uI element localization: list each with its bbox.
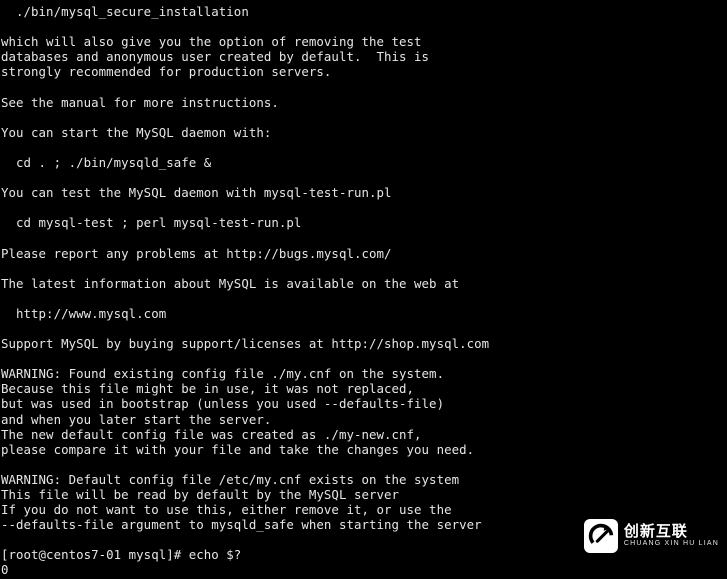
- terminal-output[interactable]: ./bin/mysql_secure_installation which wi…: [0, 0, 727, 579]
- terminal-line: Support MySQL by buying support/licenses…: [1, 336, 726, 351]
- terminal-line: cd mysql-test ; perl mysql-test-run.pl: [1, 215, 726, 230]
- terminal-line: WARNING: Default config file /etc/my.cnf…: [1, 472, 726, 487]
- terminal-line: WARNING: Found existing config file ./my…: [1, 366, 726, 381]
- terminal-line: which will also give you the option of r…: [1, 34, 726, 49]
- terminal-line: [1, 457, 726, 472]
- terminal-line: 0: [1, 562, 726, 577]
- terminal-line: [1, 321, 726, 336]
- terminal-line: This file will be read by default by the…: [1, 487, 726, 502]
- terminal-line: cd . ; ./bin/mysqld_safe &: [1, 155, 726, 170]
- terminal-line: please compare it with your file and tak…: [1, 442, 726, 457]
- terminal-line: You can test the MySQL daemon with mysql…: [1, 185, 726, 200]
- terminal-line: [1, 79, 726, 94]
- terminal-line: [1, 110, 726, 125]
- terminal-line: strongly recommended for production serv…: [1, 64, 726, 79]
- terminal-line: [1, 140, 726, 155]
- terminal-line: See the manual for more instructions.: [1, 95, 726, 110]
- watermark: 创新互联 CHUANG XIN HU LIAN: [584, 519, 719, 553]
- terminal-line: [1, 351, 726, 366]
- terminal-line: [1, 170, 726, 185]
- terminal-line: [1, 261, 726, 276]
- terminal-line: Please report any problems at http://bug…: [1, 246, 726, 261]
- terminal-line: The latest information about MySQL is av…: [1, 276, 726, 291]
- watermark-brand-cn: 创新互联: [624, 524, 719, 540]
- terminal-line: http://www.mysql.com: [1, 306, 726, 321]
- terminal-line: databases and anonymous user created by …: [1, 49, 726, 64]
- terminal-line: but was used in bootstrap (unless you us…: [1, 396, 726, 411]
- terminal-line: You can start the MySQL daemon with:: [1, 125, 726, 140]
- terminal-line: If you do not want to use this, either r…: [1, 502, 726, 517]
- terminal-line: [1, 230, 726, 245]
- terminal-line: ./bin/mysql_secure_installation: [1, 4, 726, 19]
- terminal-line: and when you later start the server.: [1, 412, 726, 427]
- terminal-line: Because this file might be in use, it wa…: [1, 381, 726, 396]
- watermark-logo-icon: [584, 519, 618, 553]
- terminal-line: [1, 291, 726, 306]
- terminal-line: The new default config file was created …: [1, 427, 726, 442]
- watermark-brand-en: CHUANG XIN HU LIAN: [624, 540, 719, 547]
- terminal-line: [1, 200, 726, 215]
- terminal-line: [1, 19, 726, 34]
